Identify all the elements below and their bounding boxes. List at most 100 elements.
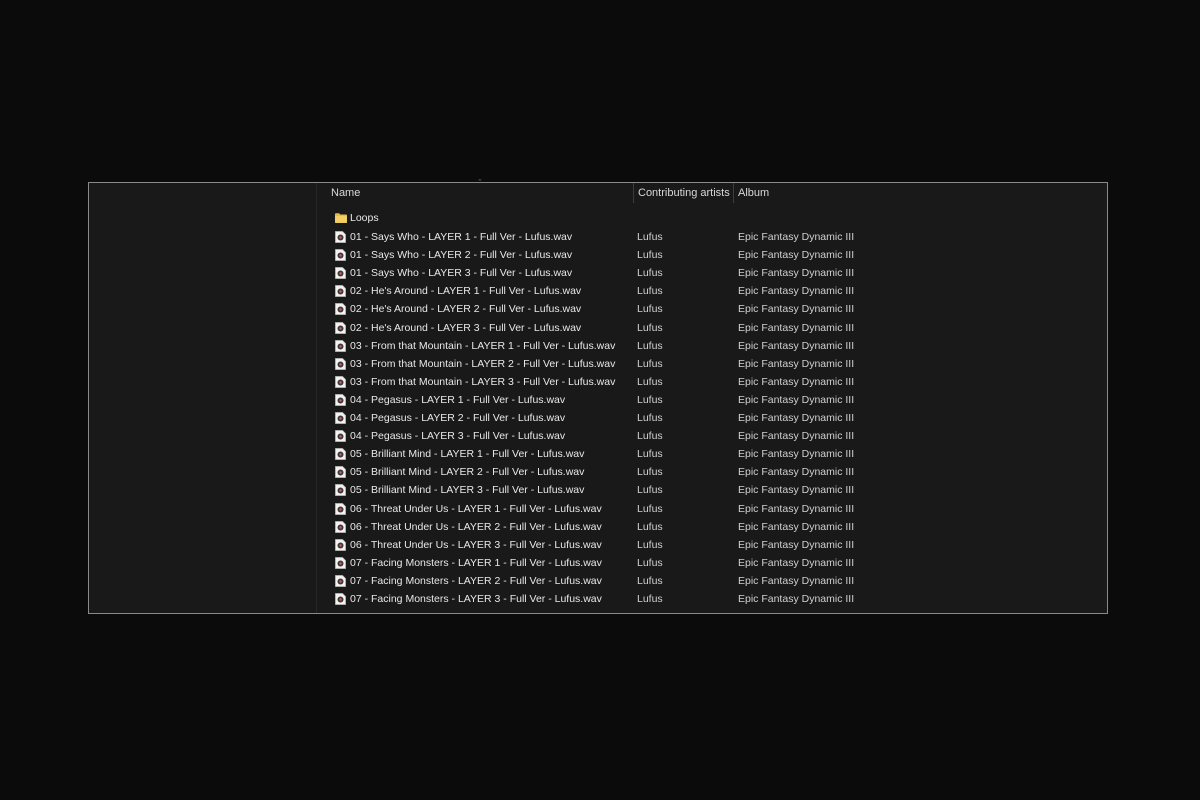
file-album: Epic Fantasy Dynamic III bbox=[738, 285, 855, 298]
file-artist: Lufus bbox=[637, 448, 663, 461]
audio-file-icon bbox=[335, 593, 346, 605]
navigation-pane[interactable] bbox=[89, 183, 317, 613]
file-artist: Lufus bbox=[637, 285, 663, 298]
file-album: Epic Fantasy Dynamic III bbox=[738, 267, 855, 280]
file-row[interactable]: 06 - Threat Under Us - LAYER 3 - Full Ve… bbox=[317, 536, 1107, 554]
file-name: 03 - From that Mountain - LAYER 1 - Full… bbox=[350, 339, 616, 352]
file-name: 05 - Brilliant Mind - LAYER 1 - Full Ver… bbox=[350, 448, 585, 461]
file-album: Epic Fantasy Dynamic III bbox=[738, 357, 855, 370]
file-album: Epic Fantasy Dynamic III bbox=[738, 466, 855, 479]
file-row[interactable]: 03 - From that Mountain - LAYER 2 - Full… bbox=[317, 355, 1107, 373]
file-name: 01 - Says Who - LAYER 2 - Full Ver - Luf… bbox=[350, 249, 573, 262]
file-row[interactable]: 07 - Facing Monsters - LAYER 3 - Full Ve… bbox=[317, 590, 1107, 608]
file-row[interactable]: 05 - Brilliant Mind - LAYER 3 - Full Ver… bbox=[317, 481, 1107, 499]
folder-row-loops[interactable]: Loops bbox=[317, 209, 1107, 227]
file-artist: Lufus bbox=[637, 412, 663, 425]
column-header-name[interactable]: Name bbox=[327, 183, 633, 203]
file-row[interactable]: 05 - Brilliant Mind - LAYER 1 - Full Ver… bbox=[317, 445, 1107, 463]
audio-file-icon bbox=[335, 285, 346, 298]
audio-file-icon bbox=[335, 375, 346, 388]
file-name: 07 - Facing Monsters - LAYER 3 - Full Ve… bbox=[350, 592, 602, 605]
file-row[interactable]: 02 - He's Around - LAYER 3 - Full Ver - … bbox=[317, 319, 1107, 337]
file-artist: Lufus bbox=[637, 484, 663, 497]
audio-file-icon bbox=[335, 394, 346, 406]
file-artist: Lufus bbox=[637, 538, 663, 551]
file-album: Epic Fantasy Dynamic III bbox=[738, 303, 855, 316]
file-artist: Lufus bbox=[637, 466, 663, 479]
file-row[interactable]: 04 - Pegasus - LAYER 1 - Full Ver - Lufu… bbox=[317, 391, 1107, 409]
file-album: Epic Fantasy Dynamic III bbox=[738, 231, 855, 244]
file-row[interactable]: 01 - Says Who - LAYER 3 - Full Ver - Luf… bbox=[317, 264, 1107, 282]
file-name: 07 - Facing Monsters - LAYER 1 - Full Ve… bbox=[350, 556, 602, 569]
file-row[interactable]: 07 - Facing Monsters - LAYER 2 - Full Ve… bbox=[317, 572, 1107, 590]
file-artist: Lufus bbox=[637, 321, 663, 334]
audio-file-icon bbox=[335, 484, 346, 497]
file-artist: Lufus bbox=[637, 231, 663, 244]
file-row[interactable]: 03 - From that Mountain - LAYER 3 - Full… bbox=[317, 373, 1107, 391]
column-header-contributing-artists[interactable]: Contributing artists bbox=[633, 183, 733, 203]
file-row[interactable]: 01 - Says Who - LAYER 2 - Full Ver - Luf… bbox=[317, 246, 1107, 264]
audio-file-icon bbox=[335, 448, 346, 461]
file-name: 06 - Threat Under Us - LAYER 2 - Full Ve… bbox=[350, 520, 602, 533]
file-artist: Lufus bbox=[637, 357, 663, 370]
file-album: Epic Fantasy Dynamic III bbox=[738, 393, 855, 406]
file-name: 05 - Brilliant Mind - LAYER 2 - Full Ver… bbox=[350, 466, 585, 479]
file-album: Epic Fantasy Dynamic III bbox=[738, 538, 855, 551]
file-artist: Lufus bbox=[637, 375, 663, 388]
file-album: Epic Fantasy Dynamic III bbox=[738, 339, 855, 352]
file-album: Epic Fantasy Dynamic III bbox=[738, 520, 855, 533]
file-artist: Lufus bbox=[637, 502, 663, 515]
file-list: Loops 01 - Says Who - LAYER 1 - Full Ver… bbox=[317, 209, 1107, 608]
column-header-row: Name Contributing artists Album bbox=[317, 183, 1107, 203]
file-album: Epic Fantasy Dynamic III bbox=[738, 321, 855, 334]
file-artist: Lufus bbox=[637, 303, 663, 316]
file-row[interactable]: 05 - Brilliant Mind - LAYER 2 - Full Ver… bbox=[317, 463, 1107, 481]
file-album: Epic Fantasy Dynamic III bbox=[738, 412, 855, 425]
file-artist: Lufus bbox=[637, 339, 663, 352]
file-name: 03 - From that Mountain - LAYER 3 - Full… bbox=[350, 375, 616, 388]
file-artist: Lufus bbox=[637, 267, 663, 280]
audio-file-icon bbox=[335, 249, 346, 262]
audio-file-icon bbox=[335, 538, 346, 551]
file-row[interactable]: 02 - He's Around - LAYER 1 - Full Ver - … bbox=[317, 282, 1107, 300]
audio-file-icon bbox=[335, 267, 346, 280]
file-row[interactable]: 04 - Pegasus - LAYER 2 - Full Ver - Lufu… bbox=[317, 409, 1107, 427]
file-album: Epic Fantasy Dynamic III bbox=[738, 448, 855, 461]
file-name: 05 - Brilliant Mind - LAYER 3 - Full Ver… bbox=[350, 484, 585, 497]
file-name: 06 - Threat Under Us - LAYER 3 - Full Ve… bbox=[350, 538, 602, 551]
file-row[interactable]: 06 - Threat Under Us - LAYER 1 - Full Ve… bbox=[317, 500, 1107, 518]
file-row[interactable]: 04 - Pegasus - LAYER 3 - Full Ver - Lufu… bbox=[317, 427, 1107, 445]
audio-file-icon bbox=[335, 502, 346, 515]
file-album: Epic Fantasy Dynamic III bbox=[738, 430, 855, 443]
file-artist: Lufus bbox=[637, 574, 663, 587]
audio-file-icon bbox=[335, 303, 346, 316]
folder-icon bbox=[335, 213, 347, 223]
file-album: Epic Fantasy Dynamic III bbox=[738, 484, 855, 497]
audio-file-icon bbox=[335, 231, 346, 243]
audio-file-icon bbox=[335, 430, 346, 443]
file-row[interactable]: 01 - Says Who - LAYER 1 - Full Ver - Luf… bbox=[317, 228, 1107, 246]
file-row[interactable]: 02 - He's Around - LAYER 2 - Full Ver - … bbox=[317, 300, 1107, 318]
file-artist: Lufus bbox=[637, 393, 663, 406]
file-row[interactable]: 06 - Threat Under Us - LAYER 2 - Full Ve… bbox=[317, 518, 1107, 536]
file-album: Epic Fantasy Dynamic III bbox=[738, 592, 855, 605]
file-name: 04 - Pegasus - LAYER 1 - Full Ver - Lufu… bbox=[350, 393, 566, 406]
file-artist: Lufus bbox=[637, 249, 663, 262]
file-list-pane: ⌃ Name Contributing artists Album Loops … bbox=[317, 179, 1107, 613]
file-explorer-window: ⌃ Name Contributing artists Album Loops … bbox=[88, 179, 1108, 614]
audio-file-icon bbox=[335, 574, 346, 587]
file-name: 02 - He's Around - LAYER 1 - Full Ver - … bbox=[350, 285, 582, 298]
file-artist: Lufus bbox=[637, 430, 663, 443]
audio-file-icon bbox=[335, 466, 346, 479]
audio-file-icon bbox=[335, 357, 346, 370]
column-header-album[interactable]: Album bbox=[733, 183, 893, 203]
file-row[interactable]: 03 - From that Mountain - LAYER 1 - Full… bbox=[317, 337, 1107, 355]
file-name: 03 - From that Mountain - LAYER 2 - Full… bbox=[350, 357, 616, 370]
file-row[interactable]: 07 - Facing Monsters - LAYER 1 - Full Ve… bbox=[317, 554, 1107, 572]
file-artist: Lufus bbox=[637, 592, 663, 605]
file-name: 02 - He's Around - LAYER 3 - Full Ver - … bbox=[350, 321, 582, 334]
file-name: 01 - Says Who - LAYER 1 - Full Ver - Luf… bbox=[350, 231, 573, 244]
audio-file-icon bbox=[335, 321, 346, 334]
file-album: Epic Fantasy Dynamic III bbox=[738, 502, 855, 515]
folder-name: Loops bbox=[350, 212, 379, 224]
